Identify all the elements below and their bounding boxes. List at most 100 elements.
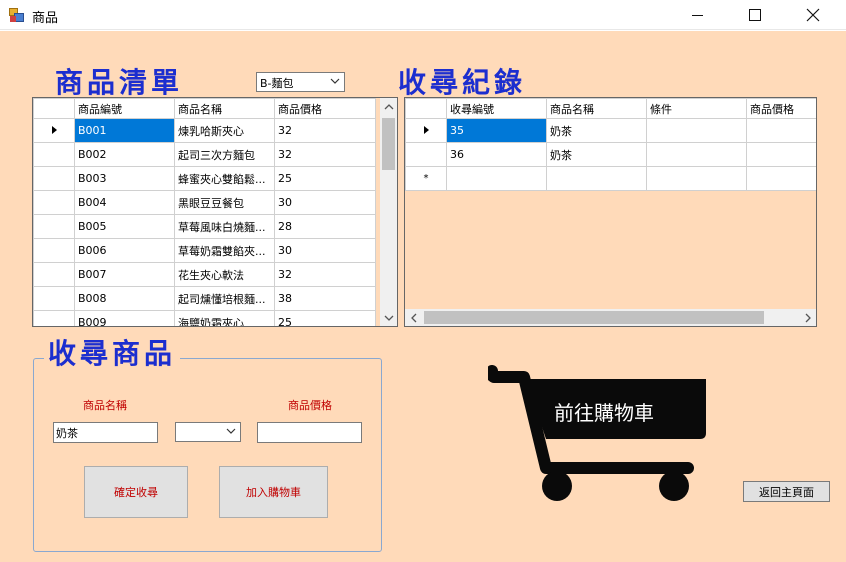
confirm-search-button[interactable]: 確定收尋 [84,466,188,518]
column-header[interactable]: 收尋編號 [446,98,547,119]
cell[interactable]: 35 [446,118,547,143]
table-row[interactable]: 35 奶茶 [405,118,816,143]
cell[interactable] [646,118,747,143]
table-row[interactable]: B002 起司三次方麵包 32 [33,142,376,167]
back-to-main-button[interactable]: 返回主頁面 [743,481,830,502]
table-row[interactable]: B006 草莓奶霜雙餡夾... 30 [33,238,376,263]
cell[interactable]: 32 [274,142,376,167]
cell[interactable]: 海鹽奶霜夾心 [174,310,275,326]
cell[interactable] [746,142,816,167]
cell[interactable]: 黑眼豆豆餐包 [174,190,275,215]
favorites-grid[interactable]: 收尋編號 商品名稱 條件 商品價格 35 奶茶 36 奶茶 * [404,97,817,327]
cell[interactable]: 28 [274,214,376,239]
row-header[interactable] [405,118,447,143]
cell[interactable]: 30 [274,190,376,215]
cell[interactable]: B005 [74,214,175,239]
table-row[interactable]: B008 起司燻懂培根麵... 38 [33,286,376,311]
condition-select[interactable] [175,422,241,442]
cell[interactable]: 起司三次方麵包 [174,142,275,167]
row-header[interactable] [33,286,75,311]
scroll-right-button[interactable] [799,309,816,326]
cell[interactable]: B007 [74,262,175,287]
row-header[interactable] [33,118,75,143]
table-row[interactable]: B001 煉乳哈斯夾心 32 [33,118,376,143]
column-header[interactable]: 條件 [646,98,747,119]
row-header-corner [33,98,75,119]
table-row[interactable]: B007 花生夾心軟法 32 [33,262,376,287]
product-grid[interactable]: 商品編號 商品名稱 商品價格 B001 煉乳哈斯夾心 32 B002 起司三次方… [32,97,398,327]
table-row[interactable]: 36 奶茶 [405,142,816,167]
search-group-title: 收尋商品 [44,332,181,372]
cell[interactable]: B004 [74,190,175,215]
scroll-thumb[interactable] [382,118,395,170]
category-select-value: B-麵包 [260,77,294,90]
cell[interactable]: 花生夾心軟法 [174,262,275,287]
cell[interactable]: 蜂蜜夾心雙餡鬆... [174,166,275,191]
row-header[interactable] [33,166,75,191]
scroll-down-button[interactable] [380,309,397,326]
current-row-icon [51,126,57,134]
table-row[interactable]: B009 海鹽奶霜夾心 25 [33,310,376,326]
cell[interactable] [746,166,816,191]
row-header[interactable] [33,262,75,287]
column-header[interactable]: 商品價格 [274,98,376,119]
table-row[interactable]: B003 蜂蜜夾心雙餡鬆... 25 [33,166,376,191]
cell[interactable]: 30 [274,238,376,263]
table-row[interactable]: B005 草莓風味白燒麵... 28 [33,214,376,239]
category-select[interactable]: B-麵包 [256,72,345,92]
cell[interactable]: 煉乳哈斯夾心 [174,118,275,143]
cell[interactable]: B006 [74,238,175,263]
cell[interactable]: 25 [274,166,376,191]
new-row[interactable]: * [405,166,816,191]
cell[interactable]: 32 [274,262,376,287]
scroll-thumb[interactable] [424,311,764,324]
scroll-up-button[interactable] [380,98,397,115]
cell[interactable] [646,142,747,167]
cell[interactable]: 38 [274,286,376,311]
product-name-input[interactable]: 奶茶 [53,422,158,443]
current-row-icon [423,126,429,134]
row-header[interactable] [405,142,447,167]
favorites-table: 收尋編號 商品名稱 條件 商品價格 35 奶茶 36 奶茶 * [405,98,816,191]
cell[interactable]: 奶茶 [546,142,647,167]
column-header[interactable]: 商品編號 [74,98,175,119]
cell[interactable]: B003 [74,166,175,191]
vertical-scrollbar[interactable] [380,98,397,326]
column-header[interactable]: 商品名稱 [174,98,275,119]
close-icon [806,8,820,22]
cell[interactable]: B009 [74,310,175,326]
cell[interactable]: B001 [74,118,175,143]
row-header[interactable] [33,214,75,239]
cell[interactable]: 25 [274,310,376,326]
product-table: 商品編號 商品名稱 商品價格 B001 煉乳哈斯夾心 32 B002 起司三次方… [33,98,376,326]
cell[interactable]: B002 [74,142,175,167]
cell[interactable]: 奶茶 [546,118,647,143]
chevron-down-icon [384,315,393,321]
row-header-corner [405,98,447,119]
cell[interactable]: B008 [74,286,175,311]
cell[interactable]: 32 [274,118,376,143]
minimize-button[interactable] [674,0,720,30]
row-header[interactable] [33,238,75,263]
column-header[interactable]: 商品名稱 [546,98,647,119]
maximize-button[interactable] [732,0,778,30]
close-button[interactable] [790,0,836,30]
cell[interactable]: 草莓奶霜雙餡夾... [174,238,275,263]
cell[interactable] [546,166,647,191]
cell[interactable]: 36 [446,142,547,167]
horizontal-scrollbar[interactable] [405,309,816,326]
cell[interactable]: 起司燻懂培根麵... [174,286,275,311]
table-row[interactable]: B004 黑眼豆豆餐包 30 [33,190,376,215]
scroll-left-button[interactable] [405,309,422,326]
add-to-cart-button[interactable]: 加入購物車 [219,466,328,518]
go-to-cart-button[interactable]: 前往購物車 [485,365,710,501]
row-header[interactable] [33,310,75,326]
product-price-input[interactable] [257,422,362,443]
cell[interactable] [746,118,816,143]
row-header[interactable] [33,190,75,215]
cell[interactable]: 草莓風味白燒麵... [174,214,275,239]
cell[interactable] [446,166,547,191]
column-header[interactable]: 商品價格 [746,98,816,119]
cell[interactable] [646,166,747,191]
row-header[interactable] [33,142,75,167]
